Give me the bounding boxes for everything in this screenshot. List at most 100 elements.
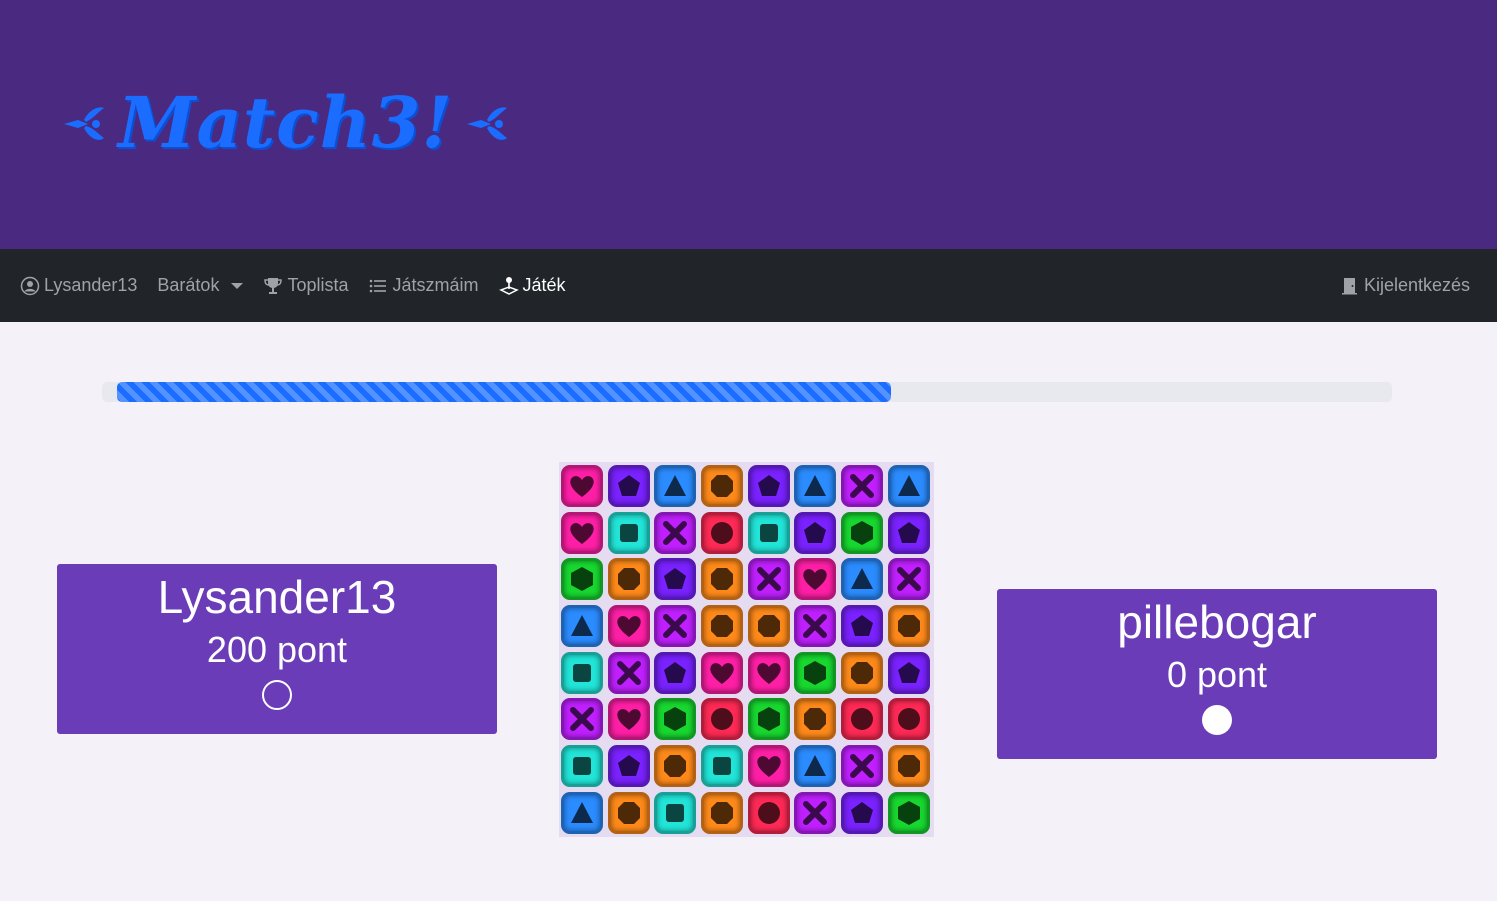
caret-down-icon bbox=[231, 282, 244, 289]
tile-cross[interactable] bbox=[654, 511, 697, 554]
tile-octagon[interactable] bbox=[887, 605, 930, 648]
tile-square[interactable] bbox=[561, 745, 603, 788]
tile-cross[interactable] bbox=[794, 605, 837, 648]
tile-hexagon[interactable] bbox=[561, 558, 603, 601]
triangle-icon bbox=[851, 568, 874, 590]
right-splash-icon bbox=[467, 107, 508, 140]
tile-square[interactable] bbox=[747, 511, 790, 554]
logo[interactable]: Match3! bbox=[62, 78, 509, 168]
logo-text: Match3! bbox=[118, 81, 454, 164]
tile-square[interactable] bbox=[701, 745, 744, 788]
player-card-opponent: pillebogar 0 pont bbox=[997, 589, 1437, 759]
tile-triangle[interactable] bbox=[561, 791, 603, 834]
tile-cross[interactable] bbox=[841, 465, 884, 507]
nav-play-label: Játék bbox=[522, 275, 566, 295]
tile-octagon[interactable] bbox=[607, 791, 650, 834]
hexagon-icon bbox=[897, 800, 920, 825]
tile-hexagon[interactable] bbox=[887, 791, 930, 834]
timer-progress-bar bbox=[102, 382, 1392, 402]
tile-cross[interactable] bbox=[841, 745, 884, 788]
tile-hexagon[interactable] bbox=[747, 698, 790, 741]
tile-pentagon[interactable] bbox=[887, 511, 930, 554]
tile-pentagon[interactable] bbox=[841, 605, 884, 648]
octagon-icon bbox=[617, 801, 640, 824]
tile-octagon[interactable] bbox=[607, 558, 650, 601]
tile-hexagon[interactable] bbox=[794, 651, 837, 694]
tile-cross[interactable] bbox=[747, 558, 790, 601]
hexagon-icon bbox=[571, 567, 593, 592]
nav-play[interactable]: Játék bbox=[498, 275, 566, 296]
tile-square[interactable] bbox=[607, 511, 650, 554]
tile-pentagon[interactable] bbox=[607, 465, 650, 507]
tile-cross[interactable] bbox=[794, 791, 837, 834]
tile-heart[interactable] bbox=[561, 511, 603, 554]
tile-circle[interactable] bbox=[701, 698, 744, 741]
tile-heart[interactable] bbox=[747, 651, 790, 694]
tile-octagon[interactable] bbox=[701, 605, 744, 648]
cross-icon bbox=[663, 614, 688, 639]
tile-heart[interactable] bbox=[607, 605, 650, 648]
tile-square[interactable] bbox=[561, 651, 603, 694]
nav-games-label: Játszmáim bbox=[392, 275, 479, 295]
tile-hexagon[interactable] bbox=[841, 511, 884, 554]
tile-triangle[interactable] bbox=[794, 465, 837, 507]
player-score: 0 pont bbox=[1166, 654, 1268, 695]
tile-pentagon[interactable] bbox=[654, 651, 697, 694]
player-card-self: Lysander13 200 pont bbox=[57, 564, 497, 734]
octagon-icon bbox=[664, 755, 687, 778]
tile-circle[interactable] bbox=[747, 791, 790, 834]
tile-triangle[interactable] bbox=[887, 465, 930, 507]
heart-icon bbox=[617, 709, 641, 731]
tile-circle[interactable] bbox=[841, 698, 884, 741]
pentagon-icon bbox=[617, 475, 640, 496]
tile-octagon[interactable] bbox=[701, 558, 744, 601]
square-icon bbox=[713, 757, 732, 776]
tile-square[interactable] bbox=[654, 791, 697, 834]
tile-triangle[interactable] bbox=[654, 465, 697, 507]
heart-icon bbox=[757, 662, 781, 684]
tile-heart[interactable] bbox=[747, 745, 790, 788]
tile-octagon[interactable] bbox=[654, 745, 697, 788]
tile-octagon[interactable] bbox=[887, 745, 930, 788]
tile-cross[interactable] bbox=[887, 558, 930, 601]
tile-heart[interactable] bbox=[701, 651, 744, 694]
tile-octagon[interactable] bbox=[794, 698, 837, 741]
tile-heart[interactable] bbox=[794, 558, 837, 601]
tile-circle[interactable] bbox=[701, 511, 744, 554]
tile-cross[interactable] bbox=[561, 698, 603, 741]
square-icon bbox=[619, 523, 638, 542]
tile-pentagon[interactable] bbox=[654, 558, 697, 601]
tile-heart[interactable] bbox=[607, 698, 650, 741]
octagon-icon bbox=[804, 708, 827, 731]
tile-cross[interactable] bbox=[654, 605, 697, 648]
game-board bbox=[559, 462, 934, 837]
nav-toplist[interactable]: Toplista bbox=[263, 275, 348, 296]
tile-octagon[interactable] bbox=[701, 465, 744, 507]
circle-icon bbox=[757, 801, 780, 824]
tile-pentagon[interactable] bbox=[794, 511, 837, 554]
tile-pentagon[interactable] bbox=[887, 651, 930, 694]
pentagon-icon bbox=[664, 661, 687, 683]
tile-octagon[interactable] bbox=[747, 605, 790, 648]
nav-logout-label: Kijelentkezés bbox=[1363, 275, 1470, 295]
tile-octagon[interactable] bbox=[701, 791, 744, 834]
tile-triangle[interactable] bbox=[794, 745, 837, 788]
tile-pentagon[interactable] bbox=[747, 465, 790, 507]
timer-progress-fill bbox=[117, 382, 891, 402]
tile-cross[interactable] bbox=[607, 651, 650, 694]
tile-triangle[interactable] bbox=[841, 558, 884, 601]
nav-games[interactable]: Játszmáim bbox=[368, 275, 479, 296]
heart-icon bbox=[617, 616, 641, 638]
tile-octagon[interactable] bbox=[841, 651, 884, 694]
tile-triangle[interactable] bbox=[561, 605, 603, 648]
triangle-icon bbox=[571, 801, 593, 823]
nav-profile[interactable]: Lysander13 bbox=[20, 275, 137, 296]
nav-logout[interactable]: Kijelentkezés bbox=[1340, 249, 1470, 322]
tile-circle[interactable] bbox=[887, 698, 930, 741]
nav-friends-dropdown[interactable]: Barátok bbox=[157, 275, 244, 296]
tile-pentagon[interactable] bbox=[841, 791, 884, 834]
tile-pentagon[interactable] bbox=[607, 745, 650, 788]
tile-heart[interactable] bbox=[561, 465, 603, 507]
tile-hexagon[interactable] bbox=[654, 698, 697, 741]
door-icon bbox=[1341, 277, 1357, 294]
